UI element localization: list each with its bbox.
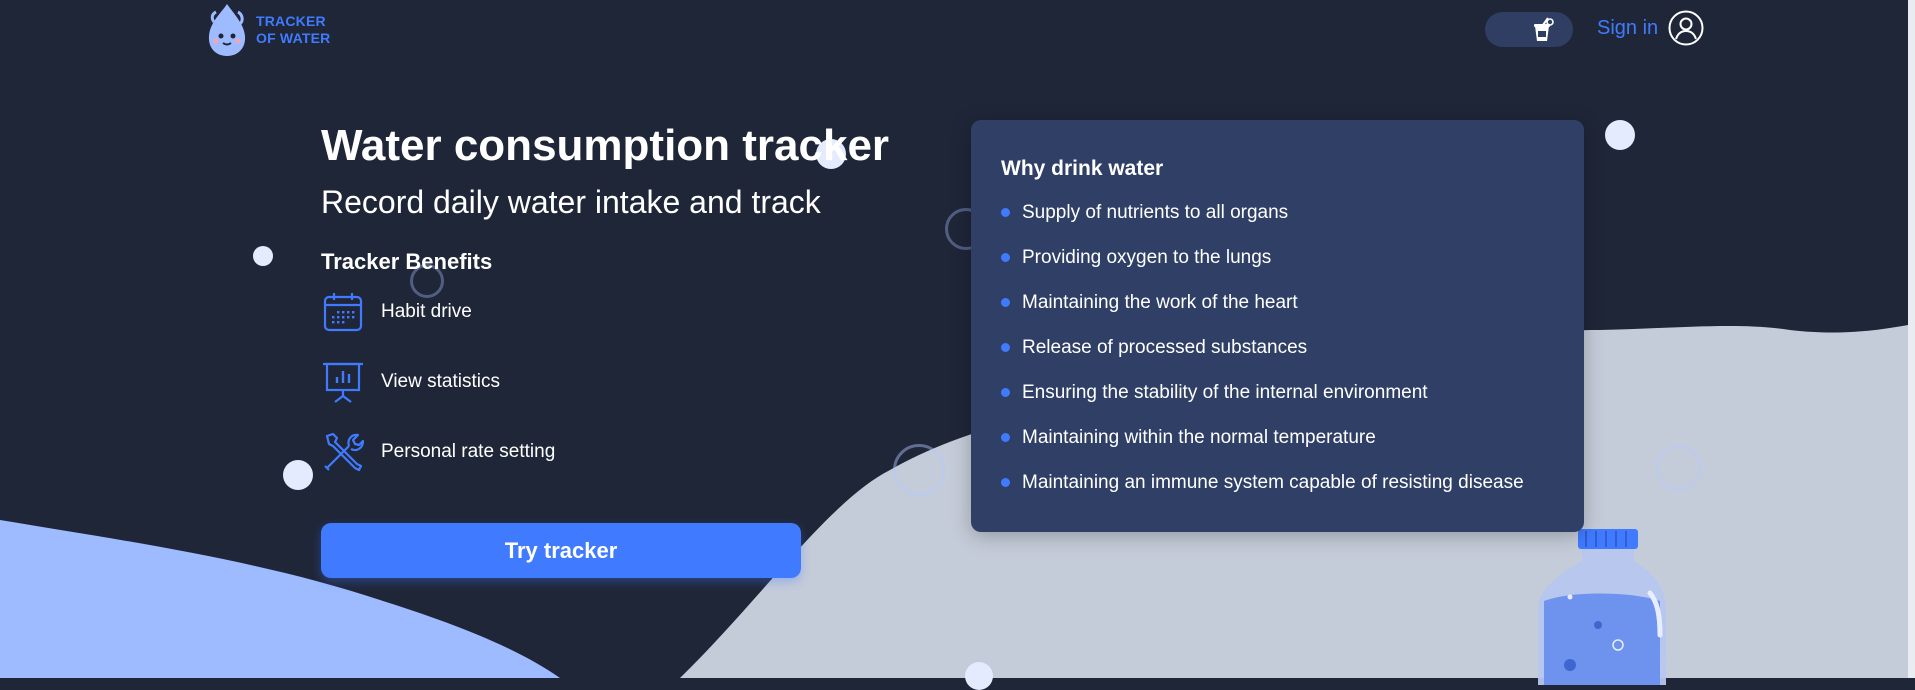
bubble [965,662,993,690]
bullet-icon [1001,343,1010,352]
list-item-text: Release of processed substances [1022,336,1308,358]
list-item: Providing oxygen to the lungs [1001,235,1554,280]
bubble [893,444,945,496]
bubble [1605,120,1635,150]
list-item: Release of processed substances [1001,325,1554,370]
list-item-text: Maintaining within the normal temperatur… [1022,426,1376,448]
bubble [253,246,273,266]
list-item-text: Maintaining the work of the heart [1022,291,1298,313]
header: TRACKER OF WATER Sign in [0,0,1915,60]
sign-in-link[interactable]: Sign in [1597,10,1704,46]
list-item-text: Supply of nutrients to all organs [1022,201,1289,223]
logo-text-line1: TRACKER [256,13,326,29]
theme-toggle[interactable] [1485,12,1573,47]
bullet-icon [1001,388,1010,397]
benefit-label: Habit drive [381,301,472,322]
benefit-item: Personal rate setting [321,430,889,474]
sign-in-label: Sign in [1597,16,1659,39]
bubble [283,460,313,490]
tools-icon [324,432,365,472]
benefit-label: View statistics [381,371,500,392]
water-drop-logo-icon [208,4,246,56]
benefits-title: Tracker Benefits [321,249,493,274]
bullet-icon [1001,433,1010,442]
why-list: Supply of nutrients to all organs Provid… [1001,190,1554,505]
bullet-icon [1001,253,1010,262]
why-drink-water-card: Why drink water Supply of nutrients to a… [971,120,1584,532]
user-icon [1668,10,1704,46]
water-bottle-illustration [1538,529,1666,685]
list-item-text: Ensuring the stability of the internal e… [1022,381,1428,403]
presentation-chart-icon [323,362,363,403]
list-item: Maintaining the work of the heart [1001,280,1554,325]
bubble [1656,445,1702,491]
benefit-item: View statistics [321,360,889,404]
list-item: Maintaining an immune system capable of … [1001,460,1554,505]
bullet-icon [1001,208,1010,217]
calendar-icon [323,293,363,332]
logo-text-line2: OF WATER [256,30,331,46]
hero-section: Water consumption tracker Record daily w… [321,118,889,474]
page-subtitle: Record daily water intake and track [321,184,821,220]
cup-icon [1534,16,1554,41]
list-item-text: Maintaining an immune system capable of … [1022,471,1524,493]
bullet-icon [1001,298,1010,307]
list-item-text: Providing oxygen to the lungs [1022,246,1272,268]
list-item: Maintaining within the normal temperatur… [1001,415,1554,460]
page-title: Water consumption tracker [321,121,890,170]
logo[interactable]: TRACKER OF WATER [202,2,330,58]
bullet-icon [1001,478,1010,487]
benefit-label: Personal rate setting [381,441,556,462]
list-item: Ensuring the stability of the internal e… [1001,370,1554,415]
why-card-title: Why drink water [1001,157,1164,180]
list-item: Supply of nutrients to all organs [1001,190,1554,235]
benefit-item: Habit drive [321,290,889,334]
try-tracker-button[interactable]: Try tracker [321,523,801,578]
